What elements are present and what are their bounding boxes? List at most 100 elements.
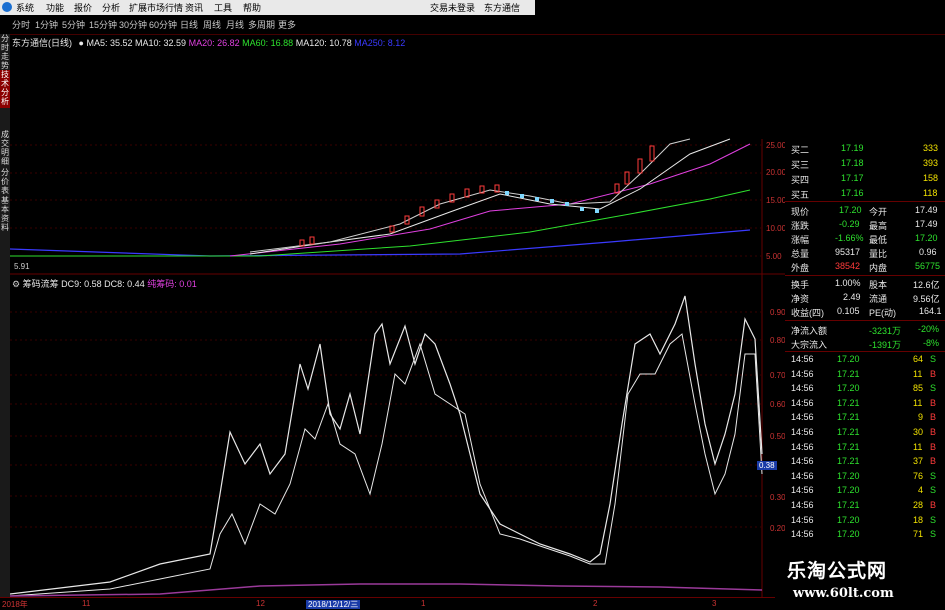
bid-volume: 118 <box>923 188 938 198</box>
bid-volume: 333 <box>923 143 939 153</box>
stat-row: 外盘 38542 内盘 56775 <box>785 260 945 273</box>
bid-label: 买三 <box>791 160 810 170</box>
tick-time: 14:56 <box>791 514 814 525</box>
tick-row: 14:56 17.21 11 B <box>785 368 945 381</box>
stat-value: 17.20 <box>839 205 862 215</box>
tick-side: B <box>930 500 937 510</box>
menu-help[interactable]: 帮助 <box>243 1 261 14</box>
stat-value: -1.66% <box>835 233 864 243</box>
tick-row: 14:56 17.20 64 S <box>785 353 945 366</box>
tick-price: 17.21 <box>837 368 860 379</box>
bid-volume: 158 <box>923 173 939 183</box>
tick-side: S <box>930 529 937 540</box>
bid-price: 17.16 <box>841 188 864 198</box>
tick-time: 14:56 <box>791 470 814 481</box>
menu-function[interactable]: 功能 <box>46 1 64 14</box>
menu-extended-market[interactable]: 扩展市场行情 <box>129 1 183 14</box>
bid-row: 买五 17.16 118 <box>785 187 945 200</box>
left-tab-strip: 分时走势 技术分析 成交明细 分价表 基本资料 <box>0 34 10 609</box>
stat-value: 17.49 <box>915 219 938 229</box>
tick-time: 14:56 <box>791 529 814 540</box>
stat-label: 内盘 <box>869 263 888 273</box>
stat-value: 95317 <box>835 247 861 257</box>
tick-time: 14:56 <box>791 368 814 379</box>
tick-price: 17.20 <box>837 514 860 525</box>
period-30min[interactable]: 30分钟 <box>119 18 147 31</box>
stat-label: 最低 <box>869 235 888 245</box>
indicator-tick: 0.50 <box>770 432 786 441</box>
stat-value: 1.00% <box>835 278 861 288</box>
period-more[interactable]: 更多 <box>278 18 296 31</box>
bid-row: 买二 17.19 333 <box>785 142 945 155</box>
chip-line <box>10 583 763 597</box>
menu-analysis[interactable]: 分析 <box>102 1 120 14</box>
tab-trade-details[interactable]: 成交明细 <box>0 130 10 166</box>
stat-label: 股本 <box>869 280 888 290</box>
period-monthly[interactable]: 月线 <box>226 18 244 31</box>
tick-side: S <box>930 485 937 496</box>
period-multi[interactable]: 多周期 <box>248 18 275 31</box>
bid-row: 买四 17.17 158 <box>785 172 945 185</box>
indicator-gear-icon[interactable]: ⚙ <box>12 279 20 289</box>
trade-login-status[interactable]: 交易未登录 <box>430 1 475 14</box>
tick-row: 14:56 17.21 28 B <box>785 499 945 512</box>
period-intraday[interactable]: 分时 <box>12 18 30 31</box>
tick-side: B <box>930 441 937 452</box>
doji-marker <box>580 207 584 211</box>
menu-system[interactable]: 系统 <box>16 1 34 14</box>
indicator-tick: 0.80 <box>770 336 786 345</box>
menu-quote[interactable]: 报价 <box>74 1 92 14</box>
bid-label: 买五 <box>791 190 810 200</box>
chart-canvas <box>10 138 785 597</box>
stat2-row: 换手 1.00% 股本 12.6亿 <box>785 277 945 290</box>
doji-marker <box>565 202 569 206</box>
tick-price: 17.20 <box>837 354 860 364</box>
tick-price: 17.21 <box>837 412 860 423</box>
stat-label: 流通 <box>869 294 888 304</box>
tab-technical-analysis[interactable]: 技术分析 <box>0 70 10 108</box>
stat2-row: 收益(四) 0.105 PE(动) 164.1 <box>785 305 945 318</box>
stat-value: 164.1 <box>919 306 942 316</box>
tick-volume: 18 <box>913 514 924 525</box>
tab-intraday-trend[interactable]: 分时走势 <box>0 34 10 70</box>
period-15min[interactable]: 15分钟 <box>89 18 117 31</box>
bid-label: 买四 <box>791 175 810 185</box>
period-60min[interactable]: 60分钟 <box>149 18 177 31</box>
tick-volume: 37 <box>913 456 924 467</box>
tick-volume: 76 <box>913 470 924 481</box>
period-1min[interactable]: 1分钟 <box>35 18 58 31</box>
date-label: 1 <box>421 599 426 608</box>
period-toolbar: 分时 1分钟 5分钟 15分钟 30分钟 60分钟 日线 周线 月线 多周期 更… <box>0 15 945 35</box>
stat-value: 2.49 <box>843 292 861 302</box>
tick-time: 14:56 <box>791 485 814 496</box>
period-5min[interactable]: 5分钟 <box>62 18 85 31</box>
bid-price: 17.18 <box>841 158 864 168</box>
tick-row: 14:56 17.20 76 S <box>785 470 945 483</box>
tick-volume: 30 <box>913 427 924 437</box>
tick-side: B <box>930 412 937 423</box>
tick-volume: 4 <box>918 485 924 496</box>
tick-price: 17.21 <box>837 456 860 467</box>
date-label: 2 <box>593 599 598 608</box>
divider <box>785 320 945 321</box>
stock-brand: 东方通信 <box>484 3 521 13</box>
chip-label: 纯筹码: 0.01 <box>147 279 197 289</box>
period-weekly[interactable]: 周线 <box>203 18 221 31</box>
tick-volume: 71 <box>913 529 924 540</box>
menu-tools[interactable]: 工具 <box>214 1 232 14</box>
tab-basic-info[interactable]: 基本资料 <box>0 196 10 234</box>
period-daily[interactable]: 日线 <box>180 18 198 31</box>
divider <box>785 351 945 352</box>
flow-pct: -20% <box>918 324 940 334</box>
stat-row: 现价 17.20 今开 17.49 <box>785 204 945 217</box>
indicator-legend: ⚙ 筹码流筹 DC9: 0.58 DC8: 0.44 纯筹码: 0.01 <box>12 277 197 290</box>
flow-pct: -8% <box>923 338 940 348</box>
stat-label: 换手 <box>791 280 810 290</box>
doji-marker <box>595 209 599 213</box>
tab-price-table[interactable]: 分价表 <box>0 168 10 195</box>
stat-value: 12.6亿 <box>913 280 940 290</box>
candle <box>434 199 440 209</box>
menu-news[interactable]: 资讯 <box>185 1 203 14</box>
stat-label: 现价 <box>791 207 810 217</box>
tick-volume: 11 <box>913 397 923 408</box>
